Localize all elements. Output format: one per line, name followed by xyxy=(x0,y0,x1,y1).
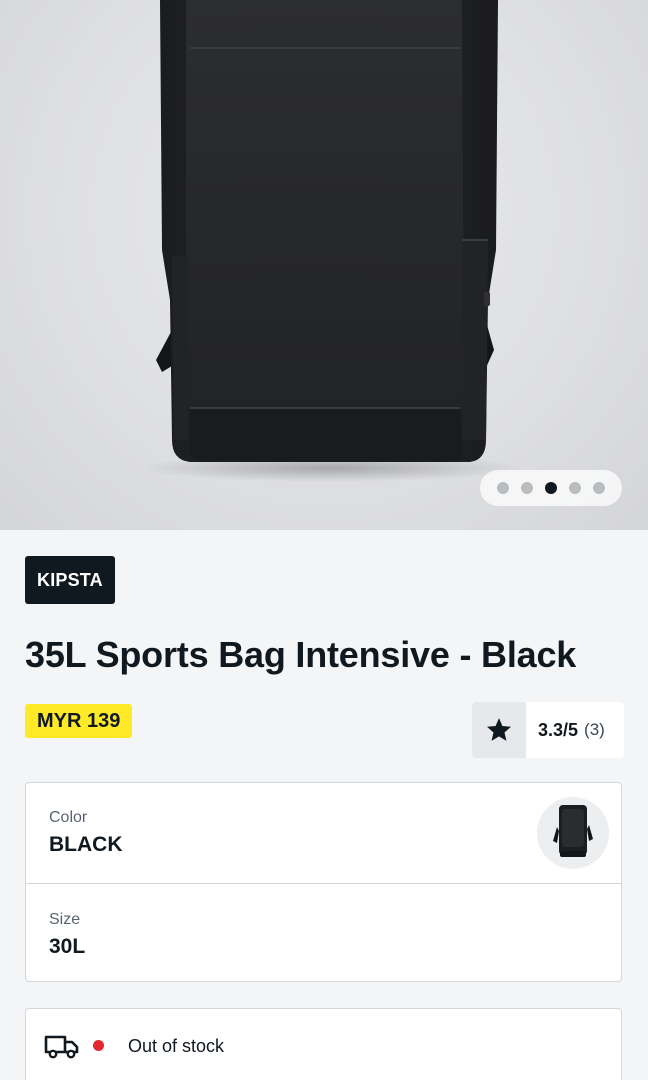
rating-widget[interactable]: 3.3/5 (3) xyxy=(472,702,624,758)
product-title: 35L Sports Bag Intensive - Black xyxy=(25,634,577,675)
price-badge: MYR 139 xyxy=(25,704,133,738)
color-label: Color xyxy=(49,809,88,826)
color-value: BLACK xyxy=(49,833,123,856)
gallery-pagination[interactable] xyxy=(480,470,622,506)
rating-count: (3) xyxy=(584,720,605,739)
size-value: 30L xyxy=(49,935,86,958)
gallery-dot[interactable] xyxy=(497,482,509,494)
stock-status-dot xyxy=(93,1040,104,1051)
brand-badge[interactable]: KIPSTA xyxy=(25,556,115,604)
size-selector[interactable]: Size 30L xyxy=(26,883,621,983)
bag-thumbnail-image xyxy=(553,805,593,857)
gallery-dot[interactable] xyxy=(521,482,533,494)
size-label: Size xyxy=(49,911,81,928)
delivery-availability: Out of stock xyxy=(25,1008,622,1080)
product-image-gallery[interactable] xyxy=(0,0,648,530)
color-selector[interactable]: Color BLACK xyxy=(26,783,621,884)
rating-score: 3.3/5 xyxy=(538,719,579,740)
variant-selector: Color BLACK Size 30L xyxy=(25,782,622,982)
product-image xyxy=(140,0,520,482)
gallery-dot[interactable] xyxy=(569,482,581,494)
color-thumbnail[interactable] xyxy=(537,797,609,869)
gallery-dot[interactable] xyxy=(593,482,605,494)
star-icon-box xyxy=(472,702,526,758)
gallery-dot-active[interactable] xyxy=(545,482,557,494)
product-page: KIPSTA 35L Sports Bag Intensive - Black … xyxy=(0,0,648,1080)
star-icon xyxy=(486,718,512,741)
stock-status-text: Out of stock xyxy=(128,1036,225,1056)
delivery-truck-icon xyxy=(44,1035,79,1059)
